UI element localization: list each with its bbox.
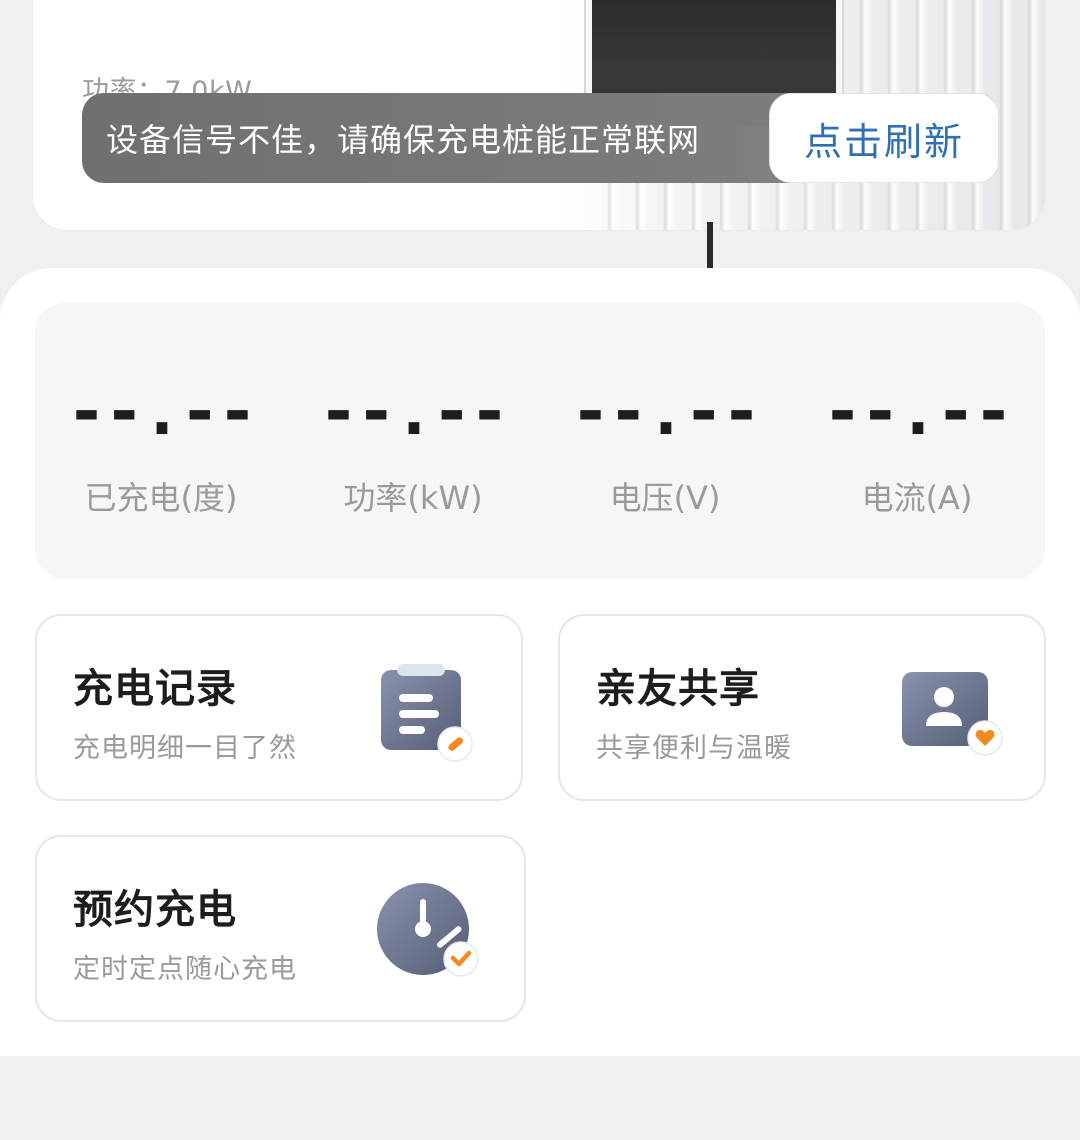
refresh-button[interactable]: 点击刷新 — [769, 93, 999, 183]
user-heart-icon — [902, 672, 1003, 756]
stat-label: 电流(A) — [861, 479, 973, 517]
stat-value: --.-- — [66, 373, 258, 450]
charging-pile-page: 功率：7.0kW 设备信号不佳，请确保充电桩能正常联网 点击刷新 --.-- 已… — [0, 0, 1080, 1140]
stat-current: --.-- 电流(A) — [791, 303, 1043, 579]
card-subtitle: 充电明细一目了然 — [73, 733, 297, 764]
card-subtitle: 共享便利与温暖 — [596, 733, 792, 764]
stat-power: --.-- 功率(kW) — [287, 303, 539, 579]
card-title: 预约充电 — [73, 887, 237, 933]
stat-voltage: --.-- 电压(V) — [539, 303, 791, 579]
stat-value: --.-- — [570, 373, 762, 450]
stat-label: 电压(V) — [609, 479, 721, 517]
stats-panel: --.-- 已充电(度) --.-- 功率(kW) --.-- 电压(V) --… — [35, 303, 1045, 579]
stat-value: --.-- — [318, 373, 510, 450]
bottom-background — [0, 1056, 1080, 1140]
charging-records-card[interactable]: 充电记录 充电明细一目了然 — [35, 614, 523, 801]
charger-cable — [707, 222, 713, 272]
stat-label: 功率(kW) — [343, 479, 483, 517]
signal-warning-text: 设备信号不佳，请确保充电桩能正常联网 — [106, 121, 701, 159]
card-title: 亲友共享 — [596, 666, 760, 712]
family-share-card[interactable]: 亲友共享 共享便利与温暖 — [558, 614, 1046, 801]
stat-charged: --.-- 已充电(度) — [35, 303, 287, 579]
stat-value: --.-- — [822, 373, 1014, 450]
signal-warning-banner: 设备信号不佳，请确保充电桩能正常联网 点击刷新 — [82, 93, 999, 183]
stat-label: 已充电(度) — [84, 479, 238, 517]
scheduled-charging-card[interactable]: 预约充电 定时定点随心充电 — [35, 835, 526, 1022]
card-title: 充电记录 — [73, 666, 237, 712]
card-subtitle: 定时定点随心充电 — [73, 954, 297, 985]
clipboard-edit-icon — [381, 664, 473, 762]
clock-check-icon — [377, 883, 479, 977]
